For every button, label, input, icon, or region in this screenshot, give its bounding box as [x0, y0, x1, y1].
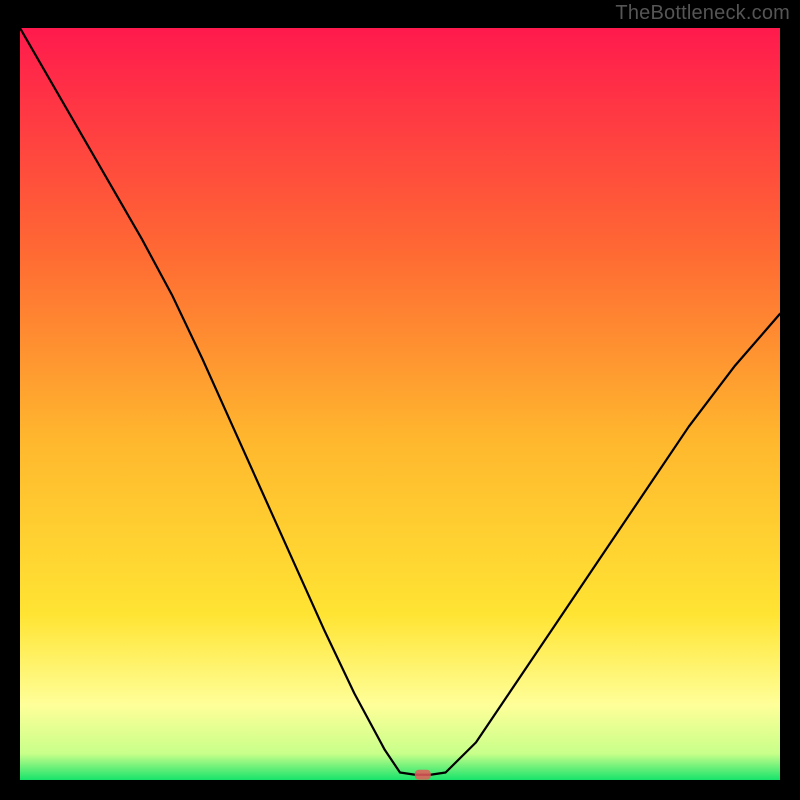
bottleneck-plot [20, 28, 780, 780]
optimal-marker [415, 770, 431, 780]
plot-background [20, 28, 780, 780]
chart-frame: TheBottleneck.com [0, 0, 800, 800]
attribution-text: TheBottleneck.com [615, 2, 790, 25]
